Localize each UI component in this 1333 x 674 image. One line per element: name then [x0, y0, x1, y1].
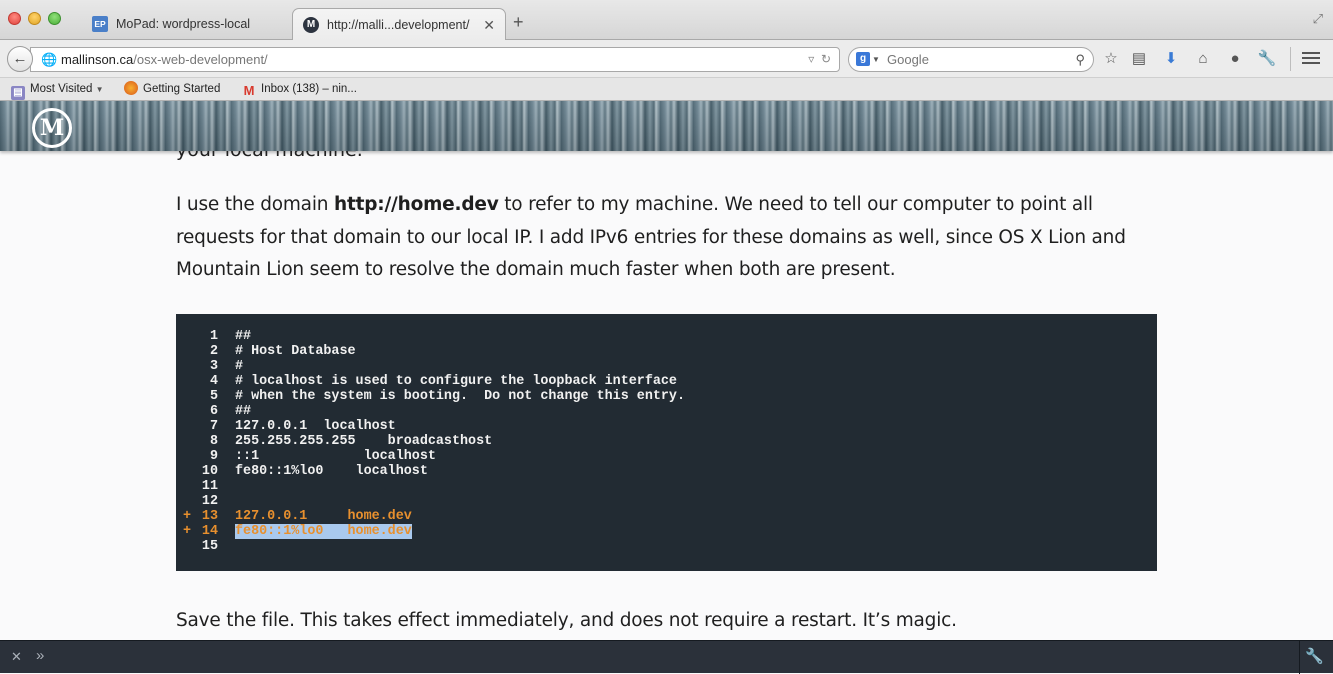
- paragraph-domain: I use the domain http://home.dev to refe…: [176, 194, 1126, 280]
- reload-icon[interactable]: ▿ ↻: [808, 48, 831, 71]
- site-logo[interactable]: M: [32, 108, 72, 148]
- code-text: #: [235, 359, 244, 374]
- line-number: 9: [209, 449, 218, 464]
- code-line: 10 fe80::1%lo0 localhost: [176, 464, 1157, 479]
- wrench-icon[interactable]: 🔧: [1256, 49, 1278, 71]
- home-icon[interactable]: ⌂: [1192, 49, 1214, 71]
- bookmark-inbox[interactable]: M Inbox (138) – nin...: [242, 78, 357, 100]
- code-line: +14 fe80::1%lo0 home.dev: [176, 524, 1157, 539]
- line-number: 4: [209, 374, 218, 389]
- line-number: 10: [201, 464, 218, 479]
- back-arrow-icon: ←: [12, 50, 28, 67]
- tab-mopad[interactable]: EP MoPad: wordpress-local: [82, 8, 294, 40]
- article-content: your local machine. I use the domain htt…: [176, 151, 1166, 639]
- code-line: 15: [176, 539, 1157, 554]
- clipboard-icon[interactable]: ▤: [1128, 49, 1150, 71]
- code-text: ##: [235, 404, 252, 419]
- line-number: 11: [201, 479, 218, 494]
- globe-icon: 🌐: [41, 52, 58, 67]
- fullscreen-icon[interactable]: ⤢: [1313, 11, 1323, 27]
- code-text: 255.255.255.255 broadcasthost: [235, 434, 493, 449]
- code-text: # when the system is booting. Do not cha…: [235, 389, 685, 404]
- bookmarks-toolbar: ▤ Most Visited ▼ Getting Started M Inbox (…: [0, 78, 1333, 101]
- chevron-right-icon[interactable]: »: [36, 647, 44, 664]
- line-number: 5: [209, 389, 218, 404]
- url-path: /osx-web-development/: [133, 52, 268, 67]
- gmail-icon: M: [243, 83, 255, 98]
- line-number: 15: [201, 539, 218, 554]
- code-line: 12: [176, 494, 1157, 509]
- code-line: 6 ##: [176, 404, 1157, 419]
- search-placeholder: Google: [887, 52, 929, 67]
- search-icon[interactable]: ⚲: [1075, 48, 1085, 71]
- menu-icon[interactable]: [1300, 49, 1322, 69]
- window-zoom-button[interactable]: [48, 12, 61, 25]
- domain-bold: http://home.dev: [333, 194, 499, 215]
- url-host: mallinson.ca: [61, 52, 134, 67]
- code-text: # localhost is used to configure the loo…: [235, 374, 677, 389]
- tab-label: http://malli...development/: [327, 18, 470, 32]
- chevron-down-icon: ▼: [95, 85, 104, 94]
- ep-favicon-icon: EP: [92, 16, 108, 32]
- code-line: 5 # when the system is booting. Do not ch…: [176, 389, 1157, 404]
- tab-bar: EP MoPad: wordpress-local M http://malli…: [0, 0, 1333, 41]
- line-number: 14: [201, 524, 218, 539]
- line-number: 8: [209, 434, 218, 449]
- site-header: M: [0, 101, 1333, 151]
- selected-code-text: fe80::1%lo0 home.dev: [235, 524, 412, 539]
- google-icon[interactable]: g: [856, 52, 870, 66]
- code-text: 127.0.0.1 home.dev: [235, 509, 412, 524]
- firefox-icon: [124, 81, 138, 95]
- chat-icon[interactable]: ●: [1224, 49, 1246, 71]
- previous-paragraph-tail: your local machine.: [176, 151, 363, 161]
- back-button[interactable]: ←: [7, 46, 33, 72]
- hosts-code-block: 1 ## 2 # Host Database 3 #4 # localhost is use…: [176, 314, 1157, 571]
- paragraph-save: Save the file. This takes effect immedia…: [176, 610, 957, 631]
- tab-label: MoPad: wordpress-local: [116, 17, 251, 31]
- bookmark-most-visited[interactable]: ▤ Most Visited ▼: [11, 78, 104, 101]
- code-line: 2 # Host Database: [176, 344, 1157, 359]
- code-line: 1 ##: [176, 329, 1157, 344]
- mallinson-favicon-icon: M: [303, 17, 319, 33]
- line-number: 12: [201, 494, 218, 509]
- code-line: 8 255.255.255.255 broadcasthost: [176, 434, 1157, 449]
- window-minimize-button[interactable]: [28, 12, 41, 25]
- tab-mallinson[interactable]: M http://malli...development/ ✕: [292, 8, 506, 41]
- url-bar[interactable]: 🌐 mallinson.ca/osx-web-development/ ▿ ↻: [30, 47, 840, 72]
- code-line: 11: [176, 479, 1157, 494]
- code-text: fe80::1%lo0 localhost: [235, 464, 428, 479]
- bookmark-getting-started[interactable]: Getting Started: [124, 78, 220, 100]
- chevron-down-icon[interactable]: ▼: [872, 48, 880, 71]
- code-line: 3 #: [176, 359, 1157, 374]
- folder-icon: ▤: [11, 86, 25, 100]
- star-icon[interactable]: ☆: [1100, 49, 1122, 71]
- code-line: 7 127.0.0.1 localhost: [176, 419, 1157, 434]
- line-number: 2: [209, 344, 218, 359]
- line-number: 6: [209, 404, 218, 419]
- code-line: 9::1 localhost: [176, 449, 1157, 464]
- close-icon[interactable]: ✕: [11, 649, 22, 665]
- line-number: 1: [209, 329, 218, 344]
- toolbar-separator: [1290, 47, 1291, 71]
- download-icon[interactable]: ⬇: [1160, 49, 1182, 71]
- code-line: 4 # localhost is used to configure the lo…: [176, 374, 1157, 389]
- line-number: 3: [209, 359, 218, 374]
- line-number: 13: [201, 509, 218, 524]
- line-number: 7: [209, 419, 218, 434]
- code-text: ##: [235, 329, 252, 344]
- code-text: # Host Database: [235, 344, 356, 359]
- code-text: ::1 localhost: [235, 449, 436, 464]
- developer-toolbar: ✕ » 🔧: [0, 640, 1333, 674]
- new-tab-button[interactable]: +: [513, 13, 524, 31]
- close-tab-icon[interactable]: ✕: [483, 9, 495, 41]
- window-close-button[interactable]: [8, 12, 21, 25]
- navigation-toolbar: 🌐 mallinson.ca/osx-web-development/ ▿ ↻ …: [0, 40, 1333, 78]
- code-text: 127.0.0.1 localhost: [235, 419, 396, 434]
- wrench-icon[interactable]: 🔧: [1299, 641, 1325, 674]
- search-bar[interactable]: g ▼ Google ⚲: [848, 47, 1094, 72]
- code-line: +13 127.0.0.1 home.dev: [176, 509, 1157, 524]
